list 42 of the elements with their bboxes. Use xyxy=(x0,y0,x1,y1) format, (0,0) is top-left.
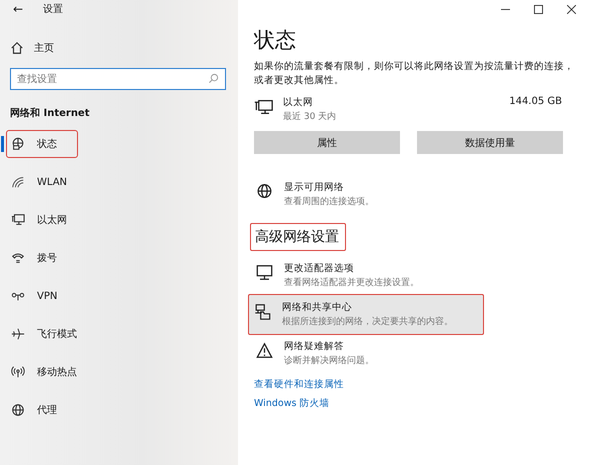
monitor-icon xyxy=(255,264,274,282)
description-text: 如果你的流量套餐有限制，则你可以将此网络设置为按流量计费的连接，或者更改其他属性。 xyxy=(254,60,575,88)
folder-icon xyxy=(253,303,272,321)
home-icon xyxy=(10,41,24,55)
link[interactable]: 查看硬件和连接属性 xyxy=(254,378,344,391)
sharing-center-item[interactable]: 网络和共享中心 根据所连接到的网络，决定要共享的内容。 xyxy=(248,294,484,335)
nav-item[interactable]: VPN xyxy=(6,282,78,310)
nav-item[interactable]: 拨号 xyxy=(6,244,78,272)
data-usage-value: 144.05 GB xyxy=(509,96,562,107)
nav-item[interactable]: 移动热点 xyxy=(6,358,84,386)
action-button[interactable]: 属性 xyxy=(254,131,400,154)
section-heading: 高级网络设置 xyxy=(250,223,346,251)
globe-icon xyxy=(11,403,25,417)
monitor-icon xyxy=(254,98,273,116)
globe-icon xyxy=(255,183,274,201)
window-title: 设置 xyxy=(43,2,64,16)
show-networks-item[interactable]: 显示可用网络 查看周围的连接选项。 xyxy=(254,176,484,213)
nav-item[interactable]: 以太网 xyxy=(6,206,78,234)
warning-icon xyxy=(255,342,274,360)
nav-item[interactable]: 飞行模式 xyxy=(6,320,84,348)
connection-period: 最近 30 天内 xyxy=(283,110,336,123)
nav-item[interactable]: WLAN xyxy=(6,168,78,196)
troubleshoot-item[interactable]: 网络疑难解答 诊断并解决网络问题。 xyxy=(254,335,484,372)
wifi-icon xyxy=(11,175,25,189)
section-heading: 网络和 Internet xyxy=(10,106,90,120)
search-icon xyxy=(208,73,219,84)
globe-monitor-icon xyxy=(11,137,25,151)
monitor-icon xyxy=(11,213,25,227)
airplane-icon xyxy=(11,327,25,341)
action-button[interactable]: 数据使用量 xyxy=(417,131,563,154)
nav-item[interactable]: 代理 xyxy=(6,396,78,424)
page-title: 状态 xyxy=(254,27,296,54)
search-field[interactable]: 查找设置 xyxy=(10,68,226,90)
hotspot-icon xyxy=(11,365,25,379)
home-link[interactable]: 主页 xyxy=(10,41,54,55)
maximize-icon[interactable] xyxy=(534,5,543,14)
connection-name: 以太网 xyxy=(283,96,314,109)
phone-icon xyxy=(11,251,25,265)
adapter-options-item[interactable]: 更改适配器选项 查看网络适配器并更改连接设置。 xyxy=(254,257,484,294)
link[interactable]: Windows 防火墙 xyxy=(254,397,330,410)
close-icon[interactable] xyxy=(567,5,576,14)
back-button[interactable]: ← xyxy=(13,2,24,16)
